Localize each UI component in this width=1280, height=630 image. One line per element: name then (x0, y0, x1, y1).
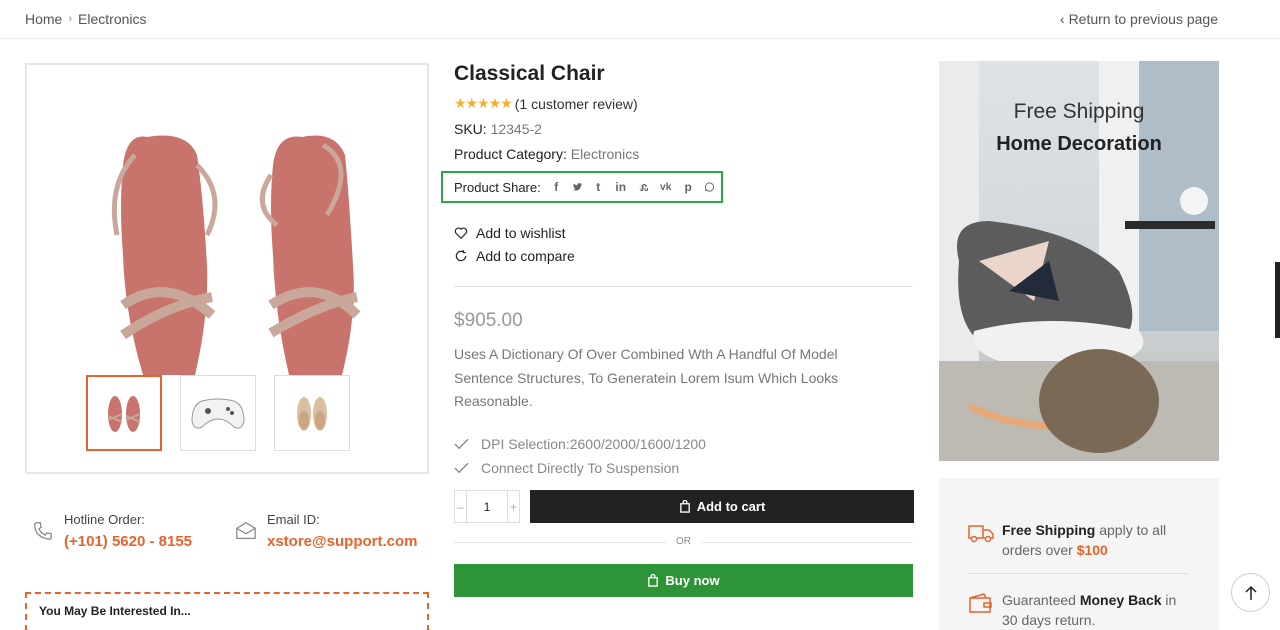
whatsapp-icon[interactable] (704, 181, 715, 193)
arrow-up-icon (1244, 585, 1257, 600)
product-share-row: Product Share: f t in vk p (441, 171, 723, 203)
sku-value: 12345-2 (490, 121, 542, 137)
add-to-compare-button[interactable]: Add to compare (454, 244, 575, 267)
breadcrumb-separator: › (68, 13, 73, 25)
wishlist-label: Add to wishlist (476, 224, 566, 241)
money-strong: Money Back (1079, 592, 1162, 608)
vk-icon[interactable]: vk (659, 182, 673, 193)
star-rating-icon: ★★★★★ (454, 95, 513, 111)
product-title: Classical Chair (454, 62, 605, 85)
feature-item: Connect Directly To Suspension (454, 456, 706, 480)
quantity-input[interactable]: 1 (484, 500, 491, 514)
add-to-cart-button[interactable]: Add to cart (530, 490, 914, 523)
flats-thumbnail-icon (297, 397, 327, 431)
hotline-number[interactable]: (+101) 5620 - 8155 (64, 533, 192, 550)
tumblr-icon[interactable]: t (593, 180, 604, 194)
info-divider (454, 286, 913, 287)
shipping-amount: $100 (1076, 542, 1108, 558)
scroll-to-top-button[interactable] (1231, 573, 1270, 612)
sandals-thumbnail-icon (107, 396, 141, 432)
feature-text: DPI Selection:2600/2000/1600/1200 (481, 436, 706, 452)
product-rating: ★★★★★ (1 customer review) (454, 95, 914, 112)
review-count-link[interactable]: (1 customer review) (515, 96, 638, 112)
return-to-previous-link[interactable]: ‹ Return to previous page (1060, 11, 1218, 27)
interested-heading: You May Be Interested In... (39, 604, 191, 618)
money-back-item: Guaranteed Money Back in 30 days return. (968, 590, 1192, 630)
product-info: Classical Chair ★★★★★ (1 customer review… (441, 62, 914, 597)
category-label: Product Category: (454, 146, 567, 162)
thumbnail-flats[interactable] (274, 375, 350, 451)
phone-icon (34, 522, 52, 540)
add-to-wishlist-button[interactable]: Add to wishlist (454, 221, 575, 244)
truck-icon (968, 525, 994, 543)
service-divider (968, 573, 1188, 574)
compare-icon (455, 249, 467, 261)
thumbnail-sandals[interactable] (86, 375, 162, 451)
free-shipping-item: Free Shipping apply to all orders over $… (968, 520, 1192, 560)
feature-item: DPI Selection:2600/2000/1600/1200 (454, 432, 706, 456)
category-link[interactable]: Electronics (571, 146, 639, 162)
check-icon (454, 462, 469, 474)
stumbleupon-icon[interactable] (638, 181, 649, 193)
or-text: OR (666, 536, 701, 547)
add-to-cart-label: Add to cart (696, 499, 766, 514)
controller-thumbnail-icon (191, 398, 245, 429)
product-gallery (25, 63, 429, 474)
envelope-icon (236, 522, 256, 539)
buy-now-button[interactable]: Buy now (454, 564, 913, 597)
interested-section: You May Be Interested In... (25, 592, 429, 630)
facebook-icon[interactable]: f (551, 180, 562, 194)
compare-label: Add to compare (476, 247, 575, 264)
purchase-row: – 1 + Add to cart (454, 490, 914, 523)
email-label: Email ID: (267, 512, 320, 527)
product-actions: Add to wishlist Add to compare (454, 221, 575, 267)
twitter-icon[interactable] (572, 181, 583, 193)
product-description: Uses A Dictionary Of Over Combined Wth A… (454, 346, 839, 409)
quantity-stepper: – 1 + (454, 490, 520, 523)
thumbnail-strip (86, 375, 350, 451)
quantity-increase-button[interactable]: + (507, 491, 519, 522)
feature-text: Connect Directly To Suspension (481, 460, 680, 476)
shopping-bag-icon (679, 500, 690, 513)
thumbnail-controller[interactable] (180, 375, 256, 451)
pinterest-icon[interactable]: p (683, 180, 694, 194)
promo-line1: Free Shipping (1013, 100, 1145, 123)
breadcrumb-home-link[interactable]: Home (25, 11, 62, 27)
or-divider: OR (454, 536, 913, 547)
promo-line2: Home Decoration (996, 133, 1162, 155)
breadcrumb: Home › Electronics (25, 11, 147, 27)
email-block: Email ID: xstore@support.com (235, 512, 417, 550)
quantity-decrease-button[interactable]: – (455, 491, 467, 522)
chevron-left-icon: ‹ (1059, 11, 1065, 27)
category-row: Product Category: Electronics (454, 146, 914, 162)
heart-icon (454, 226, 468, 239)
hotline-block: Hotline Order: (+101) 5620 - 8155 (32, 512, 192, 550)
promo-banner[interactable]: Free Shipping Home Decoration (939, 61, 1219, 461)
shopping-bag-icon (648, 574, 659, 587)
buy-now-label: Buy now (665, 573, 720, 588)
service-box: Free Shipping apply to all orders over $… (939, 478, 1219, 630)
hotline-label: Hotline Order: (64, 512, 145, 527)
sku-label: SKU: (454, 121, 487, 137)
top-bar: Home › Electronics ‹ Return to previous … (0, 0, 1280, 39)
feature-list: DPI Selection:2600/2000/1600/1200 Connec… (454, 432, 706, 480)
check-icon (454, 438, 469, 450)
linkedin-icon[interactable]: in (614, 180, 628, 194)
wallet-icon (969, 593, 992, 613)
sku-row: SKU: 12345-2 (454, 121, 914, 137)
money-pre: Guaranteed (1002, 592, 1080, 608)
shipping-strong: Free Shipping (1002, 522, 1096, 538)
email-address[interactable]: xstore@support.com (267, 533, 417, 550)
return-label: Return to previous page (1068, 11, 1218, 27)
product-price: $905.00 (454, 310, 523, 331)
share-label: Product Share: (454, 179, 541, 195)
main-product-image[interactable] (27, 75, 427, 375)
side-edge-tab[interactable] (1275, 262, 1280, 338)
breadcrumb-current-link[interactable]: Electronics (78, 11, 146, 27)
